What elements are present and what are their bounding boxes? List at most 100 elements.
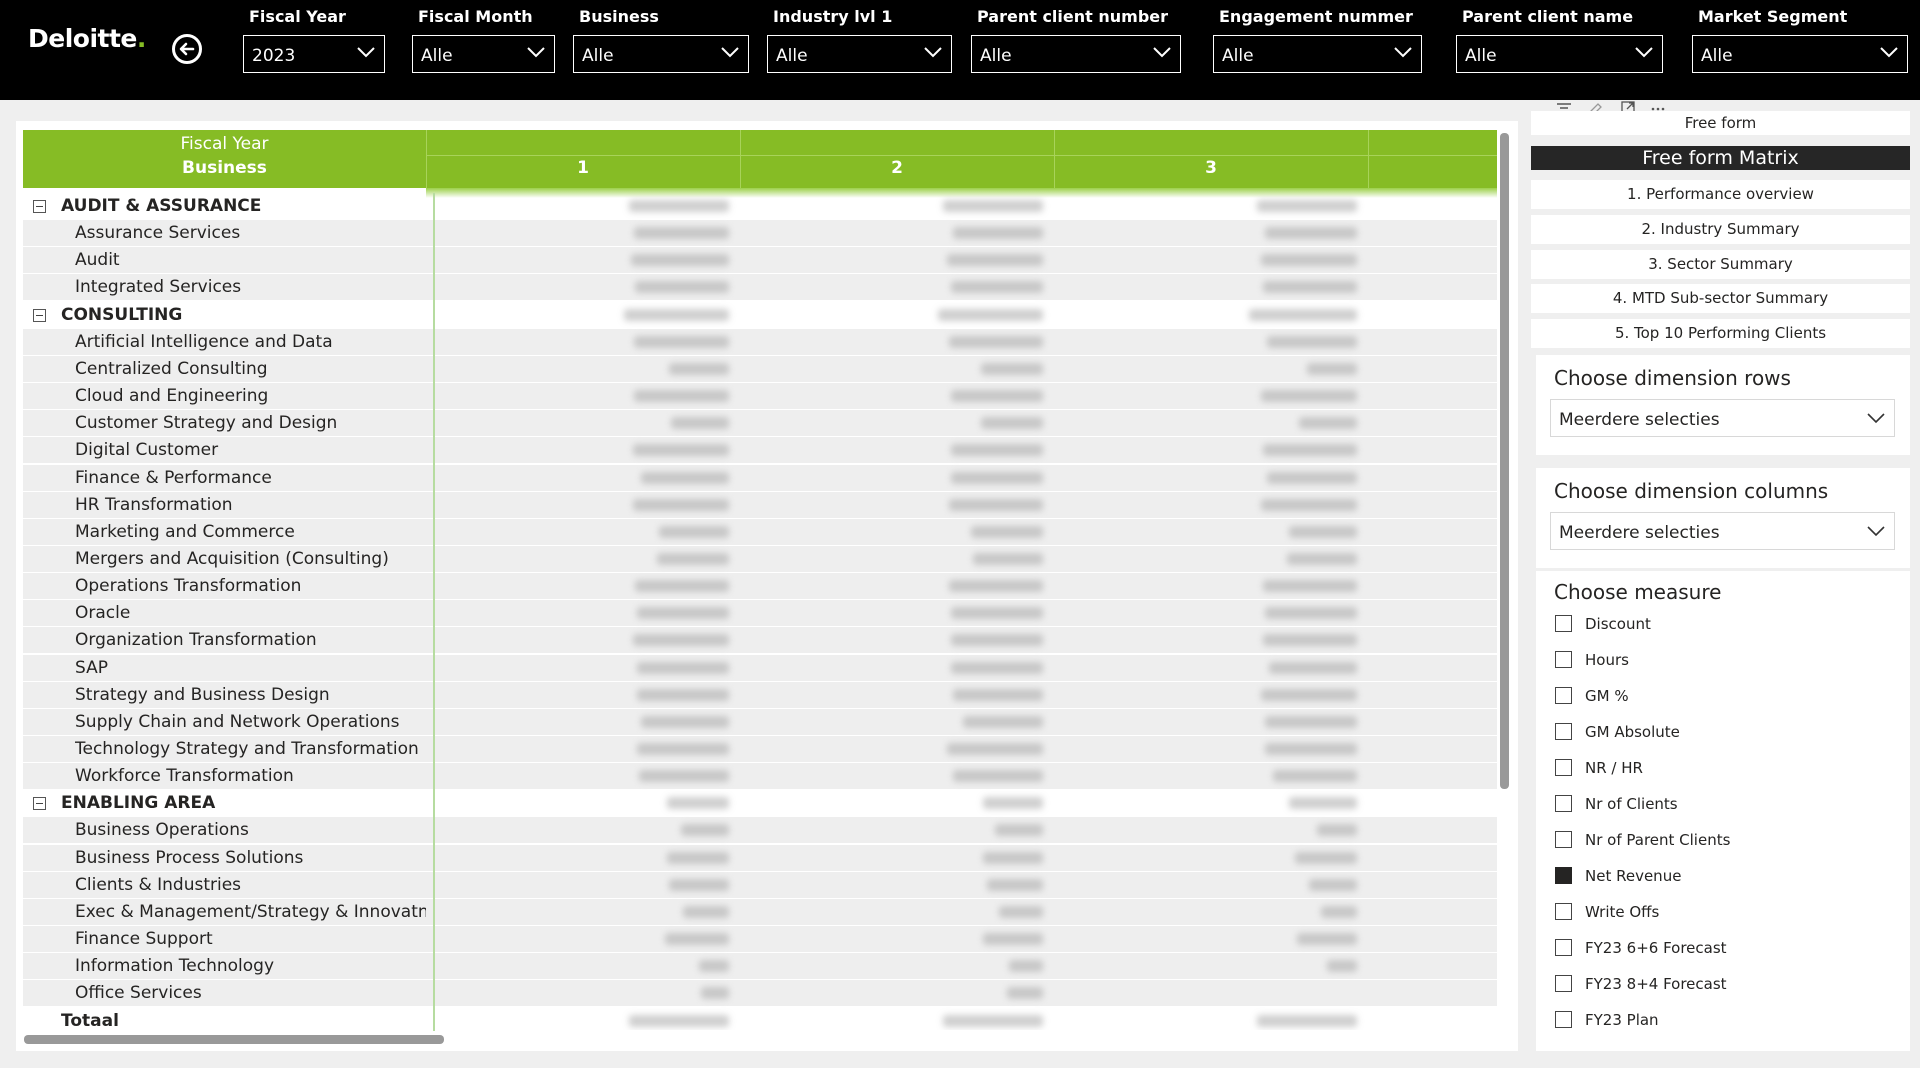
filter-value: 2023 bbox=[252, 46, 296, 66]
matrix-row: Marketing and Commerce bbox=[23, 518, 1497, 545]
row-label: Business Operations bbox=[75, 820, 249, 841]
nav-button-2[interactable]: 2. Industry Summary bbox=[1531, 215, 1910, 244]
row-label: Customer Strategy and Design bbox=[75, 413, 338, 434]
blurred-value bbox=[635, 281, 729, 294]
blurred-value bbox=[667, 851, 729, 864]
filter-dropdown[interactable]: Alle bbox=[1213, 35, 1422, 73]
column-header[interactable]: 1 bbox=[426, 158, 740, 178]
dimension-rows-slicer: Choose dimension rows Meerdere selecties bbox=[1536, 355, 1910, 455]
measure-option[interactable]: GM Absolute bbox=[1555, 719, 1855, 745]
filter-dropdown[interactable]: Alle bbox=[1692, 35, 1908, 73]
row-label: Supply Chain and Network Operations bbox=[75, 711, 400, 732]
header-business[interactable]: Business bbox=[23, 158, 426, 178]
collapse-icon[interactable] bbox=[33, 200, 46, 213]
filter-2: Business Alle bbox=[573, 0, 749, 100]
collapse-icon[interactable] bbox=[33, 308, 46, 322]
vertical-scrollbar[interactable] bbox=[1500, 133, 1509, 789]
measure-option[interactable]: Nr of Clients bbox=[1555, 791, 1855, 817]
filter-value: Alle bbox=[421, 46, 453, 66]
blurred-value bbox=[633, 498, 729, 511]
matrix-row: Integrated Services bbox=[23, 274, 1497, 301]
blurred-value bbox=[947, 254, 1043, 267]
filter-label: Business bbox=[579, 7, 659, 26]
checkbox[interactable] bbox=[1555, 975, 1572, 992]
filter-value: Alle bbox=[1222, 46, 1254, 66]
header-fiscal-year[interactable]: Fiscal Year bbox=[23, 134, 426, 154]
dimension-rows-dropdown[interactable]: Meerdere selecties bbox=[1550, 399, 1895, 437]
checkbox[interactable] bbox=[1555, 939, 1572, 956]
measure-option[interactable]: Net Revenue bbox=[1555, 863, 1855, 889]
checkbox[interactable] bbox=[1555, 759, 1572, 776]
checkbox[interactable] bbox=[1555, 615, 1572, 632]
row-label: Audit bbox=[75, 250, 120, 271]
checkbox[interactable] bbox=[1555, 831, 1572, 848]
checkbox[interactable] bbox=[1555, 687, 1572, 704]
matrix-group-row: CONSULTING bbox=[23, 302, 1497, 328]
measure-option[interactable]: GM % bbox=[1555, 683, 1855, 709]
filter-dropdown[interactable]: Alle bbox=[767, 35, 952, 73]
filter-value: Alle bbox=[1701, 46, 1733, 66]
measure-option[interactable]: Discount bbox=[1555, 611, 1855, 637]
blurred-value bbox=[999, 905, 1043, 918]
nav-button-0[interactable]: Free form Matrix bbox=[1531, 146, 1910, 170]
measure-option[interactable]: Write Offs bbox=[1555, 899, 1855, 925]
nav-button-4[interactable]: 4. MTD Sub-sector Summary bbox=[1531, 284, 1910, 313]
row-label: Information Technology bbox=[75, 956, 275, 977]
blurred-value bbox=[951, 634, 1043, 647]
matrix-row: Audit bbox=[23, 247, 1497, 274]
back-button[interactable] bbox=[172, 34, 202, 64]
filter-dropdown[interactable]: Alle bbox=[1456, 35, 1663, 73]
blurred-value bbox=[1307, 362, 1357, 375]
checkbox[interactable] bbox=[1555, 867, 1572, 884]
blurred-value bbox=[633, 634, 729, 647]
measure-option[interactable]: FY23 8+4 Forecast bbox=[1555, 971, 1855, 997]
filter-6: Parent client name Alle bbox=[1456, 0, 1663, 100]
filter-dropdown[interactable]: Alle bbox=[971, 35, 1181, 73]
measure-label: FY23 6+6 Forecast bbox=[1585, 939, 1727, 957]
measure-option[interactable]: Nr of Parent Clients bbox=[1555, 827, 1855, 853]
checkbox[interactable] bbox=[1555, 795, 1572, 812]
measure-label: Hours bbox=[1585, 651, 1629, 669]
row-label: Oracle bbox=[75, 603, 131, 624]
matrix-row: Business Process Solutions bbox=[23, 844, 1497, 871]
blurred-value bbox=[669, 878, 729, 891]
measure-label: Discount bbox=[1585, 615, 1651, 633]
dimension-columns-dropdown[interactable]: Meerdere selecties bbox=[1550, 512, 1895, 550]
row-label: Office Services bbox=[75, 983, 202, 1004]
matrix-group-row: AUDIT & ASSURANCE bbox=[23, 193, 1497, 219]
blurred-value bbox=[639, 770, 729, 783]
nav-button-3[interactable]: 3. Sector Summary bbox=[1531, 250, 1910, 279]
checkbox[interactable] bbox=[1555, 1011, 1572, 1028]
blurred-value bbox=[983, 851, 1043, 864]
measure-option[interactable]: Hours bbox=[1555, 647, 1855, 673]
filter-label: Industry lvl 1 bbox=[773, 7, 893, 26]
row-label: Operations Transformation bbox=[75, 576, 302, 597]
slicer-title: Choose dimension rows bbox=[1554, 366, 1791, 390]
row-label: Workforce Transformation bbox=[75, 766, 294, 787]
blurred-value bbox=[1257, 200, 1357, 212]
measure-option[interactable]: NR / HR bbox=[1555, 755, 1855, 781]
blurred-value bbox=[951, 281, 1043, 294]
checkbox[interactable] bbox=[1555, 723, 1572, 740]
blurred-value bbox=[1261, 254, 1357, 267]
column-header[interactable]: 2 bbox=[740, 158, 1054, 178]
filter-dropdown[interactable]: Alle bbox=[573, 35, 749, 73]
collapse-icon[interactable] bbox=[33, 797, 46, 811]
blurred-value bbox=[633, 444, 729, 457]
column-header[interactable]: 3 bbox=[1054, 158, 1368, 178]
nav-button-5[interactable]: 5. Top 10 Performing Clients bbox=[1531, 319, 1910, 348]
horizontal-scrollbar[interactable] bbox=[24, 1035, 444, 1044]
checkbox[interactable] bbox=[1555, 651, 1572, 668]
filter-dropdown[interactable]: 2023 bbox=[243, 35, 385, 73]
nav-button-1[interactable]: 1. Performance overview bbox=[1531, 180, 1910, 209]
filter-7: Market Segment Alle bbox=[1692, 0, 1908, 100]
matrix-row: Supply Chain and Network Operations bbox=[23, 708, 1497, 735]
blurred-value bbox=[701, 987, 729, 1000]
measure-option[interactable]: FY23 Plan bbox=[1555, 1007, 1855, 1033]
measure-label: Net Revenue bbox=[1585, 867, 1682, 885]
measure-option[interactable]: FY23 6+6 Forecast bbox=[1555, 935, 1855, 961]
checkbox[interactable] bbox=[1555, 903, 1572, 920]
row-label: Clients & Industries bbox=[75, 874, 242, 895]
matrix-body: AUDIT & ASSURANCE Assurance Services Audit… bbox=[23, 193, 1497, 1030]
filter-dropdown[interactable]: Alle bbox=[412, 35, 555, 73]
